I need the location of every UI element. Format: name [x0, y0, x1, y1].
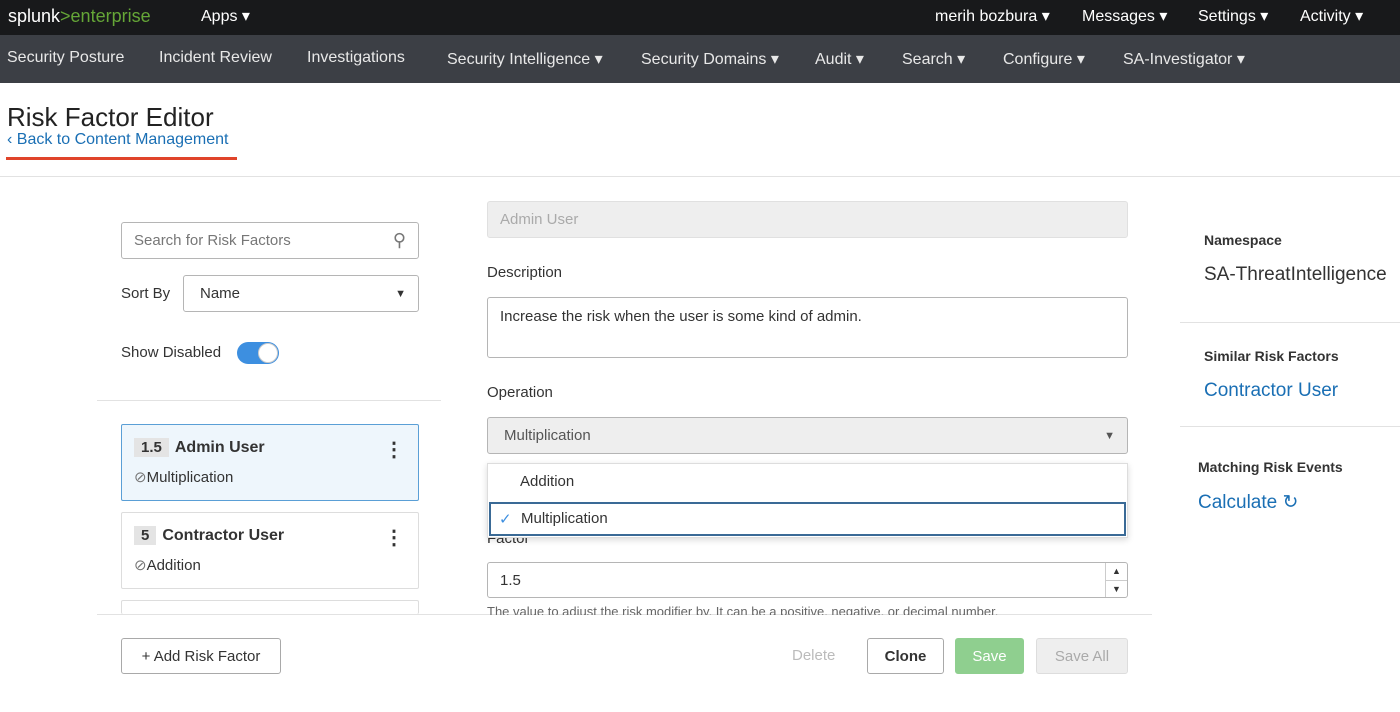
nav-security-posture[interactable]: Security Posture	[7, 49, 124, 67]
nav-security-domains[interactable]: Security Domains ▾	[641, 49, 779, 69]
logo-text: splunk	[8, 6, 61, 26]
nav-search[interactable]: Search ▾	[902, 49, 965, 69]
nav-configure[interactable]: Configure ▾	[1003, 49, 1085, 69]
risk-factor-item[interactable]	[121, 600, 419, 614]
nav-security-intelligence[interactable]: Security Intelligence ▾	[447, 49, 603, 69]
item-operation: Addition	[146, 557, 201, 574]
description-field[interactable]: Increase the risk when the user is some …	[487, 297, 1128, 358]
user-menu[interactable]: merih bozbura ▾	[935, 6, 1050, 26]
sort-select[interactable]: Name ▼	[183, 275, 419, 312]
divider	[1180, 426, 1400, 427]
search-placeholder: Search for Risk Factors	[134, 232, 291, 249]
activity-menu[interactable]: Activity ▾	[1300, 6, 1363, 26]
item-name: Contractor User	[162, 527, 285, 544]
more-icon[interactable]: ⋮	[384, 437, 404, 462]
search-icon: ⚲	[392, 230, 406, 250]
more-icon[interactable]: ⋮	[384, 525, 404, 550]
namespace-value: SA-ThreatIntelligence	[1204, 264, 1387, 285]
refresh-icon: ↻	[1282, 492, 1299, 513]
option-multiplication[interactable]: ✓ Multiplication	[489, 502, 1126, 536]
namespace-label: Namespace	[1204, 232, 1282, 248]
factor-help: The value to adjust the risk modifier by…	[487, 604, 999, 615]
divider	[97, 400, 441, 401]
add-risk-factor-button[interactable]: + Add Risk Factor	[121, 638, 281, 674]
nav-sa-investigator[interactable]: SA-Investigator ▾	[1123, 49, 1245, 69]
similar-link[interactable]: Contractor User	[1204, 380, 1338, 402]
option-addition[interactable]: Addition	[488, 464, 1127, 501]
page-title: Risk Factor Editor	[7, 102, 214, 132]
option-label: Multiplication	[521, 510, 608, 527]
name-field[interactable]: Admin User	[487, 201, 1128, 238]
chevron-down-icon: ▼	[1104, 429, 1115, 442]
save-all-button[interactable]: Save All	[1036, 638, 1128, 674]
sort-value: Name	[200, 285, 241, 302]
delete-button[interactable]: Delete	[792, 647, 835, 664]
highlight-underline	[6, 157, 237, 160]
splunk-logo[interactable]: splunk>enterprise	[8, 6, 151, 27]
clone-button[interactable]: Clone	[867, 638, 944, 674]
factor-badge: 5	[134, 526, 157, 545]
decrement-icon[interactable]: ▼	[1106, 580, 1127, 598]
operation-dropdown: Addition ✓ Multiplication	[487, 463, 1128, 538]
logo-text-enterprise: >enterprise	[60, 6, 151, 26]
operation-select[interactable]: Multiplication ▼	[487, 417, 1128, 454]
divider	[0, 176, 1400, 177]
operation-label: Operation	[487, 384, 553, 401]
risk-factor-item[interactable]: 5 Contractor User ⊘Addition ⋮	[121, 512, 419, 589]
show-disabled-toggle[interactable]	[237, 342, 279, 364]
divider	[1180, 322, 1400, 323]
nav-investigations[interactable]: Investigations	[307, 49, 405, 67]
factor-field[interactable]: 1.5 ▲ ▼	[487, 562, 1128, 598]
increment-icon[interactable]: ▲	[1106, 563, 1127, 580]
messages-menu[interactable]: Messages ▾	[1082, 6, 1167, 26]
similar-label: Similar Risk Factors	[1204, 348, 1339, 364]
calculate-link[interactable]: Calculate ↻	[1198, 491, 1298, 514]
top-bar: splunk>enterprise Apps ▾ merih bozbura ▾…	[0, 0, 1400, 35]
back-link-label: Back to Content Management	[16, 131, 229, 148]
factor-value: 1.5	[500, 571, 521, 589]
factor-badge: 1.5	[134, 438, 169, 457]
nav-incident-review[interactable]: Incident Review	[159, 49, 272, 67]
operation-value: Multiplication	[504, 427, 591, 444]
operation-icon: ⊘	[134, 557, 147, 574]
apps-menu[interactable]: Apps ▾	[201, 6, 250, 26]
calculate-label: Calculate	[1198, 492, 1278, 513]
app-nav: Security Posture Incident Review Investi…	[0, 35, 1400, 83]
save-button[interactable]: Save	[955, 638, 1024, 674]
settings-menu[interactable]: Settings ▾	[1198, 6, 1268, 26]
description-label: Description	[487, 264, 563, 281]
back-link[interactable]: ‹ Back to Content Management	[7, 131, 228, 149]
item-name: Admin User	[174, 439, 265, 456]
item-operation: Multiplication	[146, 469, 234, 486]
risk-factor-item[interactable]: 1.5 Admin User ⊘Multiplication ⋮	[121, 424, 419, 501]
matching-label: Matching Risk Events	[1198, 459, 1343, 475]
operation-icon: ⊘	[134, 469, 147, 486]
chevron-down-icon: ▼	[395, 287, 406, 300]
sort-by-label: Sort By	[121, 285, 171, 302]
check-icon: ✓	[499, 511, 512, 528]
show-disabled-label: Show Disabled	[121, 344, 222, 361]
search-input[interactable]: Search for Risk Factors ⚲	[121, 222, 419, 259]
nav-audit[interactable]: Audit ▾	[815, 49, 864, 69]
